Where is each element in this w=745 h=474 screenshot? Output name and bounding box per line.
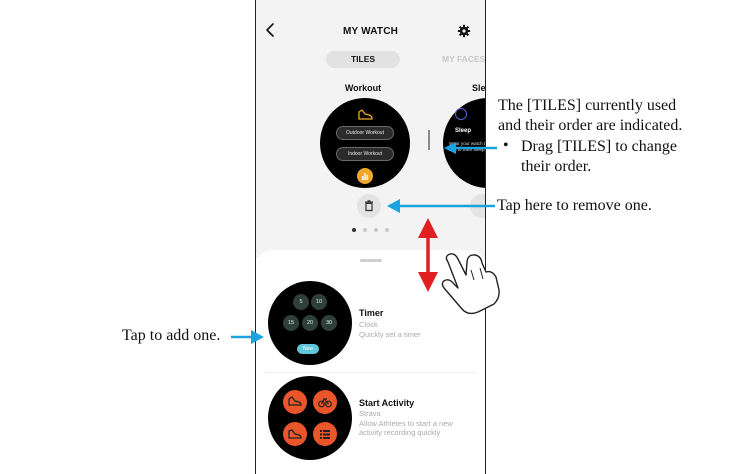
annotation-tiles-line1: The [TILES] currently used <box>498 97 677 114</box>
page-indicator <box>352 228 392 234</box>
annotation-bullet: • <box>503 137 509 154</box>
sheet-drag-handle[interactable] <box>360 259 382 262</box>
timer-preset: 10 <box>311 294 327 310</box>
drag-separator <box>428 130 430 150</box>
page-dot <box>374 228 378 232</box>
timer-preset: 5 <box>293 294 309 310</box>
gear-icon[interactable] <box>457 24 471 38</box>
tiles-area: MY WATCH TILES MY FACES Workout Sleep Ou… <box>256 0 485 258</box>
annotation-remove: Tap here to remove one. <box>497 197 652 214</box>
shoe-icon <box>358 109 373 120</box>
timer-preset: 15 <box>283 315 299 331</box>
new-badge: New <box>297 344 319 354</box>
timer-preset: 20 <box>302 315 318 331</box>
workout-tile-preview[interactable]: Outdoor Workout Indoor Workout <box>320 98 410 188</box>
timer-preset: 30 <box>321 315 337 331</box>
bike-icon <box>313 390 337 414</box>
tab-tiles[interactable]: TILES <box>326 51 400 68</box>
annotation-drag-line2: their order. <box>521 158 592 175</box>
timer-app: Clock <box>359 320 378 329</box>
timer-title: Timer <box>359 308 384 318</box>
page-dot <box>363 228 367 232</box>
header: MY WATCH <box>256 0 485 40</box>
page-title: MY WATCH <box>342 26 399 37</box>
page-dot-active <box>352 228 356 232</box>
remove-tile-button-2[interactable] <box>470 194 485 218</box>
shoe-icon <box>283 422 307 446</box>
tile-title-workout: Workout <box>344 83 382 93</box>
moon-icon <box>455 108 467 120</box>
start-activity-title: Start Activity <box>359 398 415 408</box>
trash-icon <box>365 200 373 212</box>
indoor-workout-button: Indoor Workout <box>336 147 394 161</box>
run-icon <box>283 390 307 414</box>
sleep-tile-label: Sleep <box>455 128 472 134</box>
start-activity-app: Strava <box>359 409 381 418</box>
timer-description: Quickly set a timer <box>359 330 421 339</box>
strava-tile-preview <box>268 376 352 460</box>
stats-icon <box>357 168 373 184</box>
sleep-tile-description: Wear your watch to bed to track sleep <box>449 141 486 152</box>
list-divider <box>266 372 476 373</box>
annotation-tiles-line2: and their order are indicated. <box>498 117 683 134</box>
list-icon <box>313 422 337 446</box>
tile-title-sleep: Sleep <box>472 83 486 93</box>
outdoor-workout-button: Outdoor Workout <box>336 126 394 140</box>
list-item-start-activity[interactable]: Start Activity Strava Allow Athletes to … <box>256 372 485 472</box>
phone-screen: MY WATCH TILES MY FACES Workout Sleep Ou… <box>255 0 486 474</box>
sleep-tile-preview[interactable]: Sleep Wear your watch to bed to track sl… <box>443 98 486 188</box>
start-activity-description: Allow Athletes to start a new activity r… <box>359 419 453 437</box>
available-tiles-sheet: 5 10 15 20 30 New Timer Clock Quickly se… <box>256 250 485 474</box>
remove-tile-button[interactable] <box>357 194 381 218</box>
timer-tile-preview: 5 10 15 20 30 New <box>268 281 352 365</box>
annotation-drag-line1: Drag [TILES] to change <box>521 138 677 155</box>
tab-my-faces[interactable]: MY FACES <box>442 51 485 68</box>
annotation-add: Tap to add one. <box>122 327 221 344</box>
page-dot <box>385 228 389 232</box>
list-item-timer[interactable]: 5 10 15 20 30 New Timer Clock Quickly se… <box>256 277 485 377</box>
